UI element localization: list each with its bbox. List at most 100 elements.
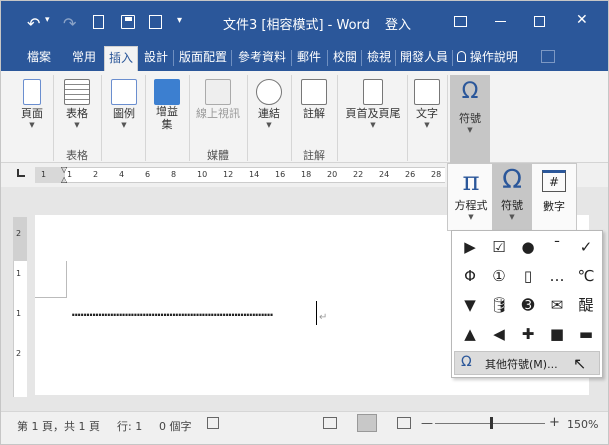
customize-qat-icon[interactable]: ▾ <box>177 15 182 26</box>
ruler-tick-label: 16 <box>275 170 286 179</box>
symbols-button[interactable]: Ω 符號 ▼ <box>450 75 490 163</box>
share-icon[interactable] <box>541 50 555 63</box>
symbol-cell[interactable]: … <box>545 264 569 288</box>
new-document-icon[interactable] <box>93 15 104 29</box>
tab-home[interactable]: 常用 <box>67 43 101 71</box>
proofing-icon[interactable] <box>207 417 219 429</box>
tell-me-box[interactable]: 操作說明 <box>457 43 527 71</box>
web-layout-icon[interactable] <box>397 417 411 429</box>
paragraph-mark: ↵ <box>319 312 328 323</box>
sign-in-link[interactable]: 登入 <box>385 14 411 33</box>
tab-selector-icon[interactable] <box>17 169 25 177</box>
table-label: 表格 <box>66 107 88 120</box>
table-button[interactable]: 表格 ▼ <box>59 79 95 129</box>
symbol-cell[interactable]: ▬ <box>574 322 598 346</box>
addins-button[interactable]: 增益集 <box>151 79 183 131</box>
more-symbols-item[interactable]: Ω 其他符號(M)... ↖ <box>454 351 600 375</box>
symbol-cell[interactable]: ① <box>487 264 511 288</box>
ruler-tick-label: 2 <box>93 170 99 179</box>
close-icon[interactable]: ✕ <box>576 12 588 28</box>
tab-layout[interactable]: 版面配置 <box>177 43 229 71</box>
undo-dropdown-icon[interactable]: ▾ <box>45 15 50 25</box>
symbol-cell[interactable]: ◀ <box>487 322 511 346</box>
illustrations-button[interactable]: 圖例 ▼ <box>107 79 141 129</box>
online-video-icon <box>205 79 231 105</box>
tab-developer[interactable]: 開發人員 <box>399 43 449 71</box>
status-bar: 第 1 頁，共 1 頁 行: 1 0 個字 — + 150% <box>1 411 608 444</box>
zoom-slider-thumb[interactable] <box>490 417 493 429</box>
group-label-comments: 註解 <box>303 149 325 162</box>
header-footer-button[interactable]: 頁首及頁尾 ▼ <box>341 79 405 129</box>
number-button[interactable]: # 數字 <box>536 170 572 214</box>
symbol-cell[interactable]: ▲ <box>458 322 482 346</box>
read-mode-icon[interactable] <box>323 417 337 429</box>
minimize-icon[interactable] <box>495 21 506 22</box>
symbol-cell[interactable]: Φ <box>458 264 482 288</box>
text-label: 文字 <box>416 107 438 120</box>
zoom-level[interactable]: 150% <box>567 418 598 431</box>
omega-icon: Ω <box>502 165 522 195</box>
symbol-cell[interactable]: ▶ <box>458 235 482 259</box>
ruler-tick-label: 6 <box>145 170 151 179</box>
zoom-in-icon[interactable]: + <box>549 415 560 430</box>
group-label-table: 表格 <box>66 149 88 162</box>
redo-icon[interactable]: ↷ <box>63 14 76 33</box>
symbol-cell[interactable]: ✉ <box>545 293 569 317</box>
group-divider <box>101 75 102 161</box>
tab-file[interactable]: 檔案 <box>19 43 59 71</box>
symbol-cell[interactable]: ▯ <box>516 264 540 288</box>
equation-button[interactable]: π 方程式 ▼ <box>452 167 490 227</box>
zoom-out-icon[interactable]: — <box>421 416 433 430</box>
comment-label: 註解 <box>303 107 325 120</box>
undo-icon[interactable]: ↶ <box>27 14 40 33</box>
tab-review[interactable]: 校閱 <box>331 43 359 71</box>
word-count[interactable]: 0 個字 <box>159 418 192 434</box>
more-symbols-label: 其他符號(M)... <box>485 358 558 371</box>
page-count[interactable]: 第 1 頁，共 1 頁 <box>17 418 100 434</box>
links-button[interactable]: 連結 ▼ <box>253 79 285 129</box>
pages-label: 頁面 <box>21 107 43 120</box>
symbol-cell[interactable]: ● <box>516 235 540 259</box>
print-preview-icon[interactable] <box>149 15 162 29</box>
symbol-cell[interactable]: ✚ <box>516 322 540 346</box>
symbol-cell[interactable]: 🛢 <box>487 293 511 317</box>
group-label-media: 媒體 <box>207 149 229 162</box>
omega-icon: Ω <box>461 79 479 104</box>
print-layout-icon[interactable] <box>357 414 377 432</box>
tab-divider <box>452 50 453 66</box>
maximize-icon[interactable] <box>534 16 545 27</box>
document-title: 文件3 [相容模式] - Word <box>223 18 370 33</box>
group-divider <box>337 75 338 161</box>
tab-mailings[interactable]: 郵件 <box>295 43 323 71</box>
tab-design[interactable]: 設計 <box>141 43 171 71</box>
ribbon-display-options-icon[interactable] <box>454 16 467 27</box>
symbol-button[interactable]: Ω 符號 ▼ <box>492 164 532 230</box>
group-divider <box>247 75 248 161</box>
number-label: 數字 <box>543 200 565 213</box>
ruler-tick-label: 24 <box>379 170 390 179</box>
tab-leader-dots: ........................................… <box>71 305 274 317</box>
symbol-cell[interactable]: ¯ <box>545 235 569 259</box>
symbol-cell[interactable]: ✓ <box>574 235 598 259</box>
symbol-cell[interactable]: ➌ <box>516 293 540 317</box>
symbol-cell[interactable]: ■ <box>545 322 569 346</box>
text-button[interactable]: 文字 ▼ <box>411 79 443 129</box>
addins-icon <box>154 79 180 105</box>
omega-icon: Ω <box>461 354 472 370</box>
symbol-label: 符號 <box>501 199 523 212</box>
tab-view[interactable]: 檢視 <box>365 43 393 71</box>
save-icon[interactable] <box>121 15 135 29</box>
comment-button[interactable]: 註解 <box>297 79 331 121</box>
group-divider <box>53 75 54 161</box>
tab-insert[interactable]: 插入 <box>104 46 138 71</box>
symbol-cell[interactable]: ☑ <box>487 235 511 259</box>
symbol-cell[interactable]: ▼ <box>458 293 482 317</box>
tab-references[interactable]: 參考資料 <box>235 43 289 71</box>
online-video-button[interactable]: 線上視訊 <box>193 79 243 121</box>
mouse-pointer-icon: ↖ <box>573 354 587 373</box>
header-footer-icon <box>363 79 383 105</box>
symbol-cell[interactable]: ℃ <box>574 264 598 288</box>
symbol-cell[interactable]: 醍 <box>574 293 598 317</box>
pages-button[interactable]: 頁面 ▼ <box>15 79 49 129</box>
tab-divider <box>173 50 174 66</box>
